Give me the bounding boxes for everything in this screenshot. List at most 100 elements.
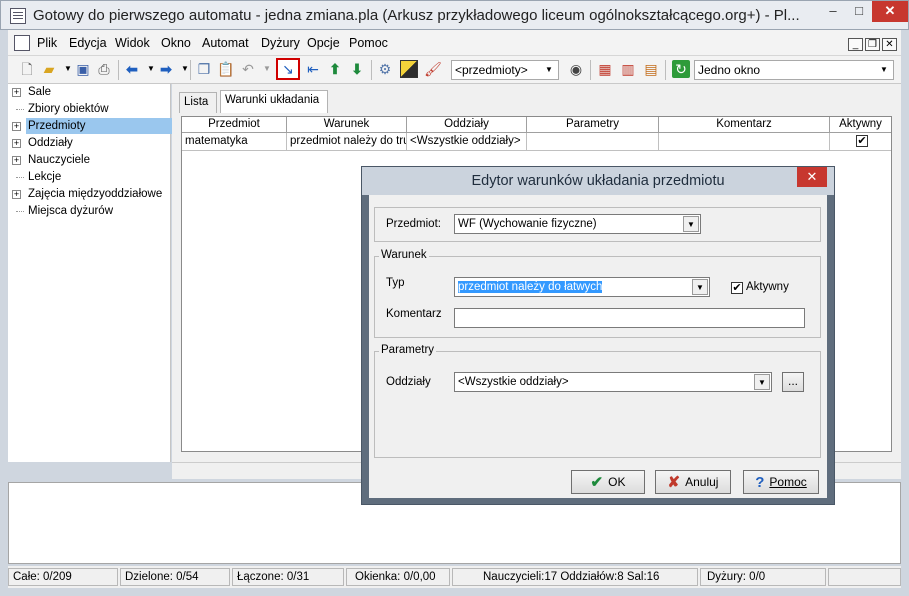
paste-icon[interactable]: 📋 xyxy=(217,60,235,78)
column-header-parametry[interactable]: Parametry xyxy=(527,117,659,133)
preview-icon[interactable]: ◉ xyxy=(567,60,585,78)
status-laczone: Łączone: 0/31 xyxy=(232,568,344,586)
expand-icon[interactable]: + xyxy=(12,88,21,97)
cell-przedmiot[interactable]: matematyka xyxy=(182,133,287,151)
subject-group: Przedmiot: WF (Wychowanie fizyczne) ▼ xyxy=(374,207,821,242)
undo-icon[interactable]: ↶ xyxy=(239,60,257,78)
active-checkbox[interactable]: ✔ xyxy=(731,282,743,294)
column-header-warunek[interactable]: Warunek xyxy=(287,117,407,133)
tree-item-label: Miejsca dyżurów xyxy=(28,205,113,217)
refresh-icon[interactable]: ↻ xyxy=(672,60,690,78)
title-bar: Gotowy do pierwszego automatu - jedna zm… xyxy=(0,0,909,30)
close-button[interactable]: ✕ xyxy=(872,1,908,22)
status-okienka: Okienka: 0/0,00 xyxy=(346,568,450,586)
cancel-button[interactable]: ✘ Anuluj xyxy=(655,470,731,494)
expand-icon[interactable]: + xyxy=(12,139,21,148)
status-counts: Nauczycieli:17 Oddziałów:8 Sal:16 xyxy=(452,568,698,586)
tree-item-label: Zbiory obiektów xyxy=(28,103,109,115)
table-icon[interactable]: ▤ xyxy=(642,60,660,78)
minimize-button[interactable]: – xyxy=(820,1,846,22)
dialog-body: Przedmiot: WF (Wychowanie fizyczne) ▼ Wa… xyxy=(369,195,827,498)
tab-warunki-ukladania[interactable]: Warunki układania xyxy=(220,90,328,113)
tab-lista[interactable]: Lista xyxy=(179,92,217,113)
toolbar: 🗋 ▰ ▼ ▣ ⎙ ⬅ ▼ ➡ ▼ ❐ 📋 ↶ ▼ ↘ ⇤ ⬆ ⬇ ⚙ 🖌 <p… xyxy=(8,56,901,84)
classes-browse-button[interactable]: ... xyxy=(782,372,804,392)
cell-komentarz[interactable] xyxy=(659,133,830,151)
add-condition-icon[interactable]: ↘ xyxy=(276,58,300,80)
tree-item-label: Nauczyciele xyxy=(28,154,90,166)
color-icon[interactable] xyxy=(400,60,418,78)
menu-pomoc[interactable]: Pomoc xyxy=(349,36,388,50)
column-header-aktywny[interactable]: Aktywny xyxy=(830,117,891,133)
comment-input[interactable] xyxy=(454,308,805,328)
expand-icon[interactable]: + xyxy=(12,122,21,131)
ok-button[interactable]: ✔ OK xyxy=(571,470,645,494)
print-icon[interactable]: ⎙ xyxy=(95,60,113,78)
help-button[interactable]: ? Pomoc xyxy=(743,470,819,494)
window-mode-value: Jedno okno xyxy=(698,63,761,77)
move-down-icon[interactable]: ⬇ xyxy=(348,60,366,78)
type-select[interactable]: przedmiot należy do łatwych ▼ xyxy=(454,277,710,297)
comment-label: Komentarz xyxy=(386,308,442,320)
classes-value: <Wszystkie oddziały> xyxy=(458,376,569,388)
maximize-button[interactable]: □ xyxy=(846,1,872,22)
parameters-group-label: Parametry xyxy=(379,344,437,356)
column-header-przedmiot[interactable]: Przedmiot xyxy=(182,117,287,133)
undo-dropdown-icon[interactable]: ▼ xyxy=(258,60,276,78)
mdi-close-button[interactable]: ✕ xyxy=(882,38,897,51)
document-icon[interactable] xyxy=(14,35,30,51)
columns-icon[interactable]: ▥ xyxy=(619,60,637,78)
menu-okno[interactable]: Okno xyxy=(161,36,191,50)
expand-icon[interactable]: + xyxy=(12,190,21,199)
chevron-down-icon[interactable]: ▼ xyxy=(683,216,699,232)
question-icon: ? xyxy=(755,474,765,491)
expand-icon[interactable]: + xyxy=(12,156,21,165)
brush-icon[interactable]: 🖌 xyxy=(424,60,442,78)
app-icon[interactable] xyxy=(10,8,26,24)
help-label: Pomoc xyxy=(769,475,807,489)
new-file-icon[interactable]: 🗋 xyxy=(18,60,36,78)
move-up-icon[interactable]: ⬆ xyxy=(326,60,344,78)
save-icon[interactable]: ▣ xyxy=(74,60,92,78)
mdi-restore-button[interactable]: ❐ xyxy=(865,38,880,51)
window-mode-select[interactable]: Jedno okno ▼ xyxy=(694,60,894,80)
status-dyzury: Dyżury: 0/0 xyxy=(700,568,826,586)
menu-automat[interactable]: Automat xyxy=(202,36,249,50)
subject-select[interactable]: WF (Wychowanie fizyczne) ▼ xyxy=(454,214,701,234)
forward-dropdown-icon[interactable]: ▼ xyxy=(176,60,194,78)
menu-bar: Plik Edycja Widok Okno Automat Dyżury Op… xyxy=(8,30,901,56)
active-checkbox[interactable]: ✔ xyxy=(856,134,868,147)
column-header-oddzialy[interactable]: Oddziały xyxy=(407,117,527,133)
tree-item-label: Zajęcia międzyoddziałowe xyxy=(28,188,163,200)
subject-label: Przedmiot: xyxy=(386,218,441,230)
cell-parametry[interactable] xyxy=(527,133,659,151)
menu-dyzury[interactable]: Dyżury xyxy=(261,36,300,50)
settings-icon[interactable]: ⚙ xyxy=(376,60,394,78)
back-arrow-icon[interactable]: ⬅ xyxy=(123,60,141,78)
forward-arrow-icon[interactable]: ➡ xyxy=(157,60,175,78)
cell-oddzialy[interactable]: <Wszystkie oddziały> xyxy=(407,133,527,151)
remove-condition-icon[interactable]: ⇤ xyxy=(304,60,322,78)
object-type-select[interactable]: <przedmioty> ▼ xyxy=(451,60,559,80)
grid-icon[interactable]: ▦ xyxy=(596,60,614,78)
menu-edycja[interactable]: Edycja xyxy=(69,36,107,50)
tree-item-label: Lekcje xyxy=(28,171,62,183)
cell-aktywny[interactable]: ✔ xyxy=(830,133,891,151)
subject-value: WF (Wychowanie fizyczne) xyxy=(458,218,597,230)
cross-icon: ✘ xyxy=(667,474,681,491)
classes-select[interactable]: <Wszystkie oddziały> ▼ xyxy=(454,372,772,392)
menu-plik[interactable]: Plik xyxy=(37,36,57,50)
copy-icon[interactable]: ❐ xyxy=(195,60,213,78)
chevron-down-icon[interactable]: ▼ xyxy=(754,374,770,390)
chevron-down-icon: ▼ xyxy=(880,65,888,74)
status-bar: Całe: 0/209 Dzielone: 0/54 Łączone: 0/31… xyxy=(8,566,901,588)
menu-widok[interactable]: Widok xyxy=(115,36,150,50)
dialog-close-button[interactable]: ✕ xyxy=(797,167,827,187)
chevron-down-icon[interactable]: ▼ xyxy=(692,279,708,295)
column-header-komentarz[interactable]: Komentarz xyxy=(659,117,830,133)
cell-warunek[interactable]: przedmiot należy do trudnych xyxy=(287,133,407,151)
cancel-label: Anuluj xyxy=(685,475,719,489)
open-folder-icon[interactable]: ▰ xyxy=(40,60,58,78)
mdi-minimize-button[interactable]: _ xyxy=(848,38,863,51)
menu-opcje[interactable]: Opcje xyxy=(307,36,340,50)
